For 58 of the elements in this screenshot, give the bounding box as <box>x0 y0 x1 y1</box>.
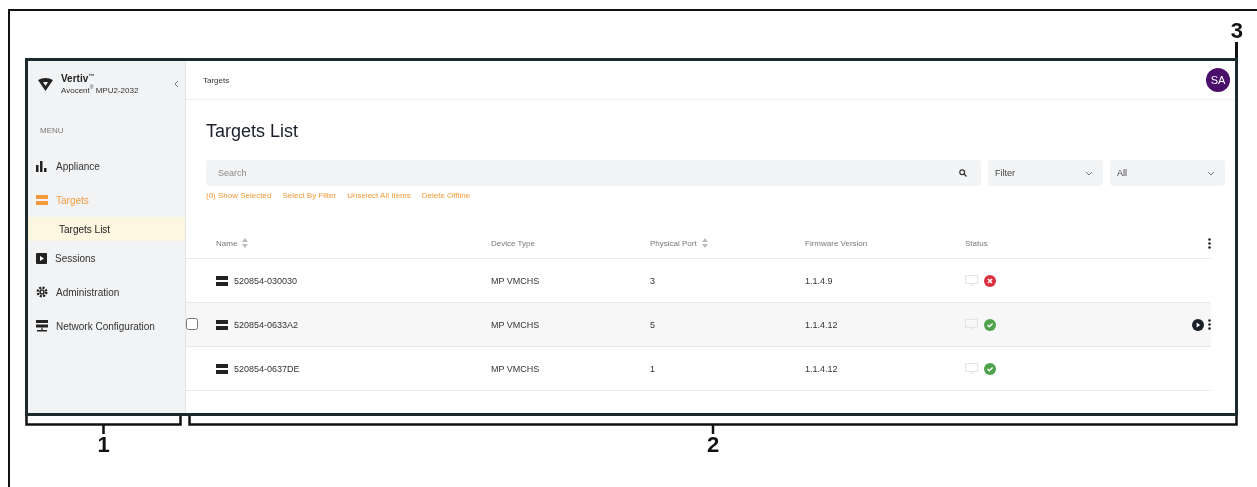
bar-chart-icon <box>36 160 48 172</box>
play-icon <box>36 252 47 264</box>
table-cell: 520854-030030 <box>234 275 298 286</box>
product-model: Avocent$^{®}$ MPU2-2032 <box>61 84 140 95</box>
column-header: Device Type <box>491 238 535 248</box>
callout-number: 1 <box>97 434 110 456</box>
more-icon[interactable] <box>1208 237 1211 249</box>
breadcrumb: Targets <box>203 75 230 85</box>
callout-number: 2 <box>706 434 720 456</box>
filter-dropdown[interactable]: All <box>1110 160 1225 186</box>
menu-label: MENU <box>39 125 65 135</box>
table-row[interactable]: 520854-0637DE MP VMCHS 1 1.1.4.12 <box>186 346 1211 391</box>
more-icon[interactable] <box>1208 319 1211 330</box>
table-cell: 1.1.4.12 <box>805 363 838 374</box>
user-avatar[interactable]: SA <box>1206 68 1230 92</box>
server-icon <box>36 195 48 205</box>
collapse-chevron-icon[interactable] <box>174 80 179 88</box>
play-circle-icon[interactable] <box>1192 318 1204 331</box>
brand-name: Vertiv$^{™}$ <box>61 73 96 85</box>
table-cell: 520854-0637DE <box>234 363 300 374</box>
server-icon <box>216 363 228 374</box>
network-icon <box>36 320 48 332</box>
nav-subitem[interactable]: Targets List <box>28 217 185 241</box>
nav-item[interactable]: Administration <box>28 275 185 309</box>
page-title: Targets List <box>206 121 300 142</box>
table-cell: 1.1.4.12 <box>805 319 838 330</box>
table-cell: 3 <box>650 275 655 286</box>
server-icon <box>216 275 228 286</box>
table-cell: MP VMCHS <box>491 275 540 286</box>
search-icon[interactable] <box>959 169 967 177</box>
nav-item[interactable]: Appliance <box>28 149 185 183</box>
filter-dropdown[interactable]: Filter <box>988 160 1103 186</box>
column-header: Physical Port <box>650 238 697 248</box>
table-cell: 1 <box>650 363 655 374</box>
search-field[interactable]: Search <box>206 160 981 186</box>
check-circle-icon <box>984 362 996 375</box>
table-cell: 520854-0633A2 <box>234 319 299 330</box>
gear-icon <box>36 286 48 298</box>
chevron-down-icon <box>1085 170 1093 176</box>
table-cell: 1.1.4.9 <box>805 275 833 286</box>
table-row[interactable]: 520854-0633A2 MP VMCHS 5 1.1.4.12 <box>186 302 1211 346</box>
check-circle-icon <box>984 318 996 331</box>
server-icon <box>216 319 228 330</box>
column-header: Firmware Version <box>805 238 868 248</box>
error-icon <box>984 274 996 287</box>
logo-icon <box>38 77 53 91</box>
table-cell: MP VMCHS <box>491 363 540 374</box>
column-header: Status <box>965 238 988 248</box>
table-cell: 5 <box>650 319 655 330</box>
table-cell: MP VMCHS <box>491 319 540 330</box>
column-header: Name <box>216 238 238 248</box>
nav-item[interactable]: Network Configuration <box>28 309 185 343</box>
row-checkbox[interactable] <box>186 317 198 330</box>
monitor-icon <box>965 363 978 374</box>
monitor-icon <box>965 275 978 286</box>
chevron-down-icon <box>1207 170 1215 176</box>
callout-number: 3 <box>1230 20 1243 42</box>
nav-item[interactable]: Sessions <box>28 241 185 275</box>
